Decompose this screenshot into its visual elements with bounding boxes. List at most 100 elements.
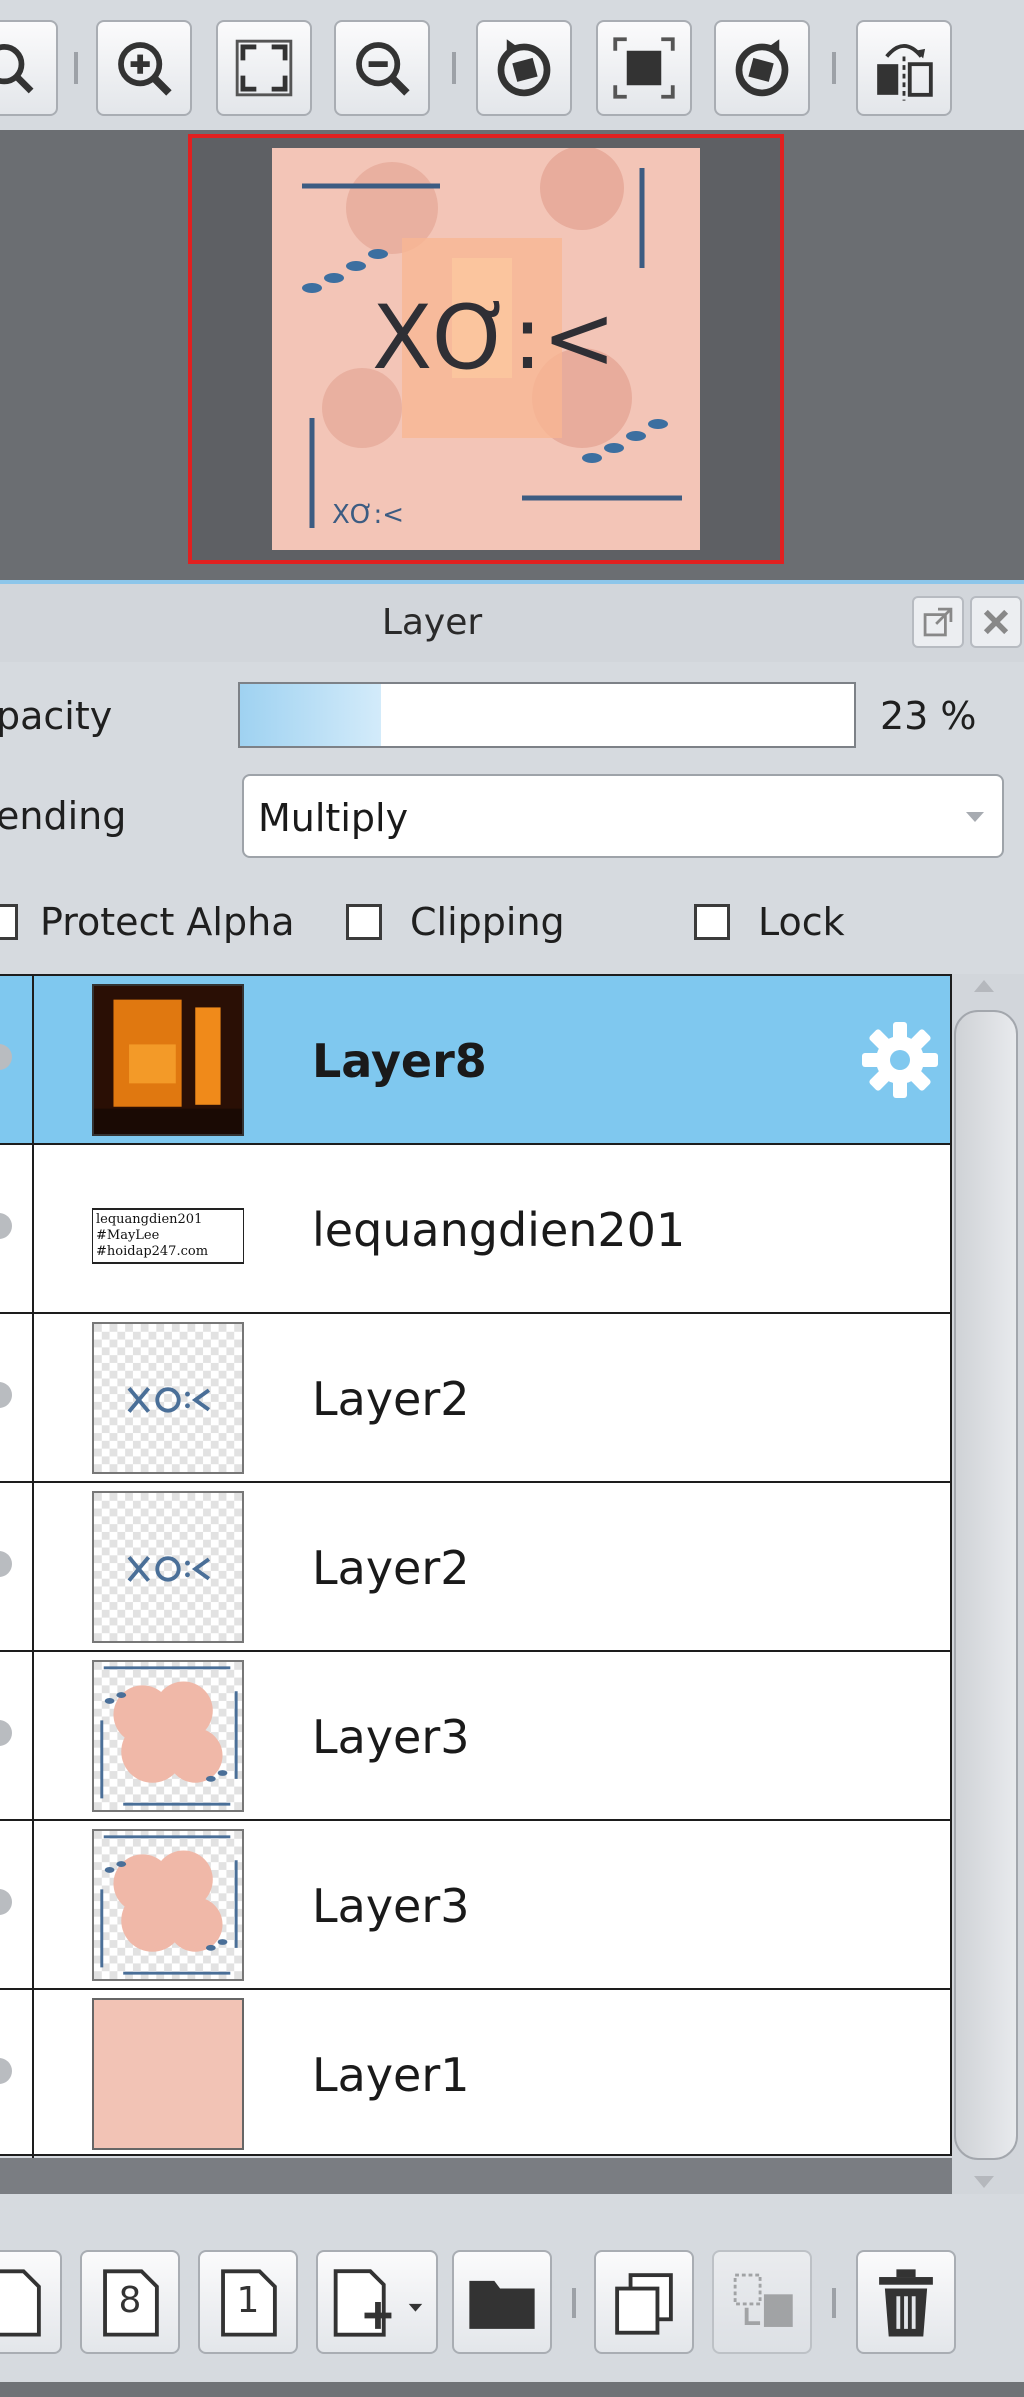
rotate-left-button[interactable] <box>476 20 572 116</box>
zoom-in-button[interactable] <box>96 20 192 116</box>
visibility-toggle-icon[interactable] <box>0 1551 12 1577</box>
popout-icon <box>923 607 953 637</box>
layer-thumbnail <box>92 1998 244 2150</box>
rotate-left-icon <box>497 39 551 97</box>
layer-row[interactable]: Layer3 <box>0 1821 950 1990</box>
layer-row[interactable]: Layer2 <box>0 1314 950 1483</box>
close-panel-button[interactable] <box>970 596 1022 648</box>
zoom-button[interactable] <box>0 20 58 116</box>
layer-panel-header: Layer <box>0 584 1024 662</box>
button-label: 8 <box>118 2280 142 2321</box>
visibility-column[interactable] <box>0 1990 34 2159</box>
window-bottom-edge <box>0 2382 1024 2397</box>
visibility-column[interactable] <box>0 1821 34 1988</box>
navigator-panel[interactable]: XƠ:< XƠ:< <box>0 130 1024 580</box>
protect-alpha-label: Protect Alpha <box>40 900 295 944</box>
merge-down-button[interactable] <box>712 2250 812 2354</box>
layer-row[interactable]: Layer1 <box>0 1990 950 2159</box>
clipping-checkbox[interactable] <box>346 904 382 940</box>
layer-row[interactable]: Layer2 <box>0 1483 950 1652</box>
thumb-text-line: #hoidap247.com <box>96 1244 208 1259</box>
trash-icon <box>879 2269 933 2337</box>
new-8bit-layer-button[interactable]: 8 <box>80 2250 180 2354</box>
visibility-column[interactable] <box>0 1145 34 1312</box>
visibility-toggle-icon[interactable] <box>0 2058 12 2084</box>
button-label: 1 <box>236 2280 260 2321</box>
new-1bit-layer-button[interactable]: 1 <box>198 2250 298 2354</box>
blending-value: Multiply <box>258 796 409 840</box>
layer-thumbnail <box>92 1322 244 1474</box>
lock-label: Lock <box>758 900 845 944</box>
actual-size-button[interactable] <box>596 20 692 116</box>
clipping-label: Clipping <box>410 900 565 944</box>
new-folder-button[interactable] <box>452 2250 552 2354</box>
new-page-icon <box>0 2269 41 2337</box>
layer-thumbnail: lequangdien201 #MayLee #hoidap247.com <box>92 1153 244 1305</box>
visibility-toggle-icon[interactable] <box>0 1213 12 1239</box>
visibility-column[interactable] <box>0 1652 34 1819</box>
layer-name: lequangdien201 <box>312 1203 686 1257</box>
opacity-value: 23 % <box>880 694 977 738</box>
visibility-column[interactable] <box>0 1314 34 1481</box>
add-layer-dropdown-button[interactable] <box>316 2250 438 2354</box>
layer-list[interactable]: Layer8 lequangdien201 #MayLee #hoidap247… <box>0 974 952 2159</box>
rotate-right-icon <box>735 39 789 97</box>
blending-label: ending <box>0 794 127 838</box>
opacity-slider[interactable] <box>238 682 856 748</box>
lock-checkbox[interactable] <box>694 904 730 940</box>
layer-thumbnail <box>92 984 244 1136</box>
layer-name: Layer2 <box>312 1541 470 1595</box>
scroll-down-icon[interactable] <box>974 2176 994 2188</box>
preview-small-text: XƠ:< <box>332 500 404 530</box>
layer-actions-bar: 8 1 <box>0 2194 1024 2382</box>
navigator-viewport[interactable]: XƠ:< XƠ:< <box>188 134 784 564</box>
rotate-right-button[interactable] <box>714 20 810 116</box>
merge-icon <box>733 2273 793 2327</box>
layer-name: Layer2 <box>312 1372 470 1426</box>
gear-icon[interactable] <box>858 1018 942 1102</box>
scroll-up-icon[interactable] <box>974 980 994 992</box>
flip-horizontal-button[interactable] <box>856 20 952 116</box>
new-layer-button[interactable] <box>0 2250 62 2354</box>
toolbar-separator <box>572 2288 576 2318</box>
canvas-toolbar <box>0 0 1024 130</box>
close-icon <box>983 609 1009 635</box>
visibility-column[interactable] <box>0 976 34 1143</box>
visibility-column[interactable] <box>0 1483 34 1650</box>
opacity-slider-fill <box>240 684 382 746</box>
toolbar-separator <box>74 52 78 84</box>
fit-to-window-icon <box>235 39 293 97</box>
float-panel-button[interactable] <box>912 596 964 648</box>
scrollbar-thumb[interactable] <box>954 1010 1018 2160</box>
visibility-toggle-icon[interactable] <box>0 1044 12 1070</box>
layer-list-scrollbar[interactable] <box>952 974 1024 2194</box>
duplicate-layer-button[interactable] <box>594 2250 694 2354</box>
opacity-label: pacity <box>0 694 113 738</box>
layer-name: Layer8 <box>312 1034 487 1088</box>
layer-thumbnail <box>92 1491 244 1643</box>
zoom-out-button[interactable] <box>334 20 430 116</box>
layer-name: Layer1 <box>312 2048 470 2102</box>
chevron-down-icon <box>966 812 984 822</box>
visibility-toggle-icon[interactable] <box>0 1720 12 1746</box>
layer-list-empty-area <box>0 2158 1024 2194</box>
layer-row[interactable]: Layer3 <box>0 1652 950 1821</box>
toolbar-separator <box>452 52 456 84</box>
visibility-toggle-icon[interactable] <box>0 1889 12 1915</box>
layer-name: Layer3 <box>312 1879 470 1933</box>
layer-row[interactable]: lequangdien201 #MayLee #hoidap247.com le… <box>0 1145 950 1314</box>
visibility-toggle-icon[interactable] <box>0 1382 12 1408</box>
layer-thumbnail <box>92 1660 244 1812</box>
protect-alpha-checkbox[interactable] <box>0 904 18 940</box>
fit-to-window-button[interactable] <box>216 20 312 116</box>
layer-name: Layer3 <box>312 1710 470 1764</box>
preview-title-text: XƠ:< <box>372 286 616 389</box>
canvas-preview: XƠ:< XƠ:< <box>272 148 700 550</box>
thumb-text-line: #MayLee <box>96 1228 160 1243</box>
zoom-in-icon <box>118 42 172 96</box>
layer-row[interactable]: Layer8 <box>0 976 950 1145</box>
add-page-icon <box>333 2269 423 2337</box>
zoom-icon <box>0 44 34 94</box>
delete-layer-button[interactable] <box>856 2250 956 2354</box>
blending-dropdown[interactable]: Multiply <box>242 774 1004 858</box>
